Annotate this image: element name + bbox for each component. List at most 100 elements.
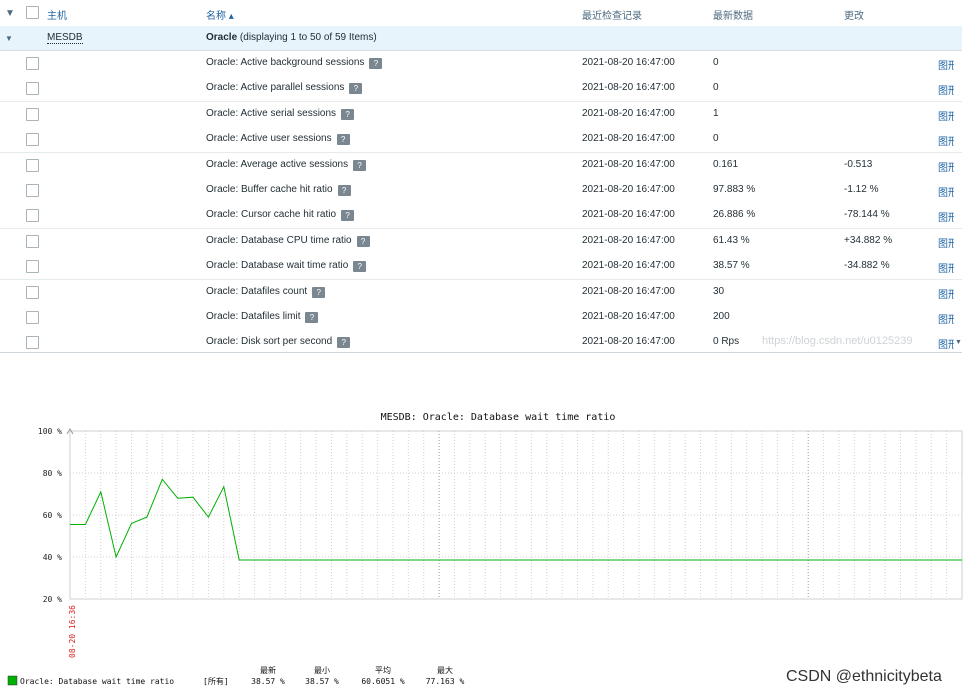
row-checkbox[interactable] [26,285,39,299]
graph-link[interactable]: 图形 [938,82,954,97]
csdn-watermark: CSDN @ethnicitybeta [786,668,942,685]
graph-link[interactable]: 图形 [938,108,954,123]
question-icon[interactable]: ? [337,185,351,196]
last-check-time: 2021-08-20 16:47:00 [582,57,675,68]
last-check-time: 2021-08-20 16:47:00 [582,336,675,348]
graph-link[interactable]: 图形 [938,159,954,174]
y-tick-label: 40 % [43,553,62,562]
item-name-text: Oracle: Database CPU time ratio [206,234,352,246]
legend-col-last: 最新 [260,665,276,675]
item-name-text: Oracle: Active parallel sessions [206,82,345,94]
graph-link[interactable]: 图形 [938,57,954,72]
last-check-time: 2021-08-20 16:47:00 [582,285,675,297]
item-name-text: Oracle: Active user sessions [206,133,332,145]
group-title: Oracle (displaying 1 to 50 of 59 Items) [206,32,377,43]
graph-link[interactable]: 图形 [938,286,954,301]
change-value: +34.882 % [844,234,893,246]
graph-link[interactable]: 图形 [938,336,954,351]
row-checkbox[interactable] [26,311,39,324]
latest-data-column-header: 最新数据 [713,11,753,22]
row-checkbox[interactable] [26,209,39,223]
graph-link[interactable]: 图形 [938,311,954,326]
item-name-text: Oracle: Datafiles count [206,285,308,297]
question-icon[interactable]: ? [305,312,319,323]
graph-link[interactable]: 图形 [938,209,954,224]
latest-value: 26.886 % [713,209,756,221]
table-row: Oracle: Active user sessions? 2021-08-20 … [0,127,962,154]
legend-avg-value: 60.6051 % [361,677,405,686]
item-name: Oracle: Datafiles count? [206,285,326,298]
chart-title: MESDB: Oracle: Database wait time ratio [381,412,616,423]
question-icon[interactable]: ? [337,337,351,349]
legend-max-value: 77.163 % [426,677,465,686]
row-checkbox[interactable] [26,260,39,274]
item-name: Oracle: Database wait time ratio? [206,260,367,273]
name-column-header[interactable]: 名称 ▴ [206,7,234,22]
last-check-time: 2021-08-20 16:47:00 [582,158,675,170]
group-count: (displaying 1 to 50 of 59 Items) [239,32,377,43]
graph-link[interactable]: 图形 [938,260,954,275]
latest-value: 61.43 % [713,234,750,246]
row-checkbox[interactable] [26,158,39,172]
row-checkbox[interactable] [26,107,39,121]
last-check-time: 2021-08-20 16:47:00 [582,82,675,94]
item-name: Oracle: Buffer cache hit ratio? [206,184,351,196]
group-host[interactable]: MESDB [47,32,83,44]
row-checkbox[interactable] [26,57,39,70]
question-icon[interactable]: ? [341,108,355,120]
item-name: Oracle: Disk sort per second? [206,336,351,349]
legend-swatch [7,675,18,686]
table-row: Oracle: Datafiles limit? 2021-08-20 16:47… [0,305,962,331]
latest-value: 0 [713,133,719,145]
question-icon[interactable]: ? [336,134,350,146]
last-check-time: 2021-08-20 16:47:00 [582,260,675,272]
question-icon[interactable]: ? [356,235,370,247]
collapse-all-icon[interactable]: ▼ [5,8,15,19]
select-all-checkbox[interactable] [26,6,39,19]
row-checkbox[interactable] [26,82,39,96]
host-column-header[interactable]: 主机 [47,7,67,22]
graph-link[interactable]: 图形 [938,235,954,250]
y-tick-label: 80 % [43,469,62,478]
item-name: Oracle: Cursor cache hit ratio? [206,209,355,222]
row-checkbox[interactable] [26,133,39,147]
row-checkbox[interactable] [26,234,39,248]
item-name: Oracle: Average active sessions? [206,158,367,171]
row-checkbox[interactable] [26,184,39,197]
change-value: -78.144 % [844,209,890,221]
question-icon[interactable]: ? [369,58,383,69]
question-icon[interactable]: ? [312,286,326,298]
graph-link[interactable]: 图形 [938,133,954,148]
graph-panel: MESDB: Oracle: Database wait time ratio 1… [0,400,977,699]
y-tick-label: 100 % [38,427,62,436]
item-name: Oracle: Datafiles limit? [206,311,319,323]
legend-function: [所有] [203,676,229,686]
row-checkbox[interactable] [26,336,39,350]
latest-value: 0 [713,82,719,94]
question-icon[interactable]: ? [353,261,367,273]
latest-value: 38.57 % [713,260,750,272]
item-name-text: Oracle: Cursor cache hit ratio [206,209,337,221]
last-check-time: 2021-08-20 16:47:00 [582,133,675,145]
graph-link[interactable]: 图形 [938,184,954,199]
collapse-group-icon[interactable]: ▼ [5,34,13,43]
question-icon[interactable]: ? [353,159,367,171]
question-icon[interactable]: ? [349,83,363,95]
question-icon[interactable]: ? [341,210,355,222]
scroll-down-icon[interactable]: ▼ [955,339,962,346]
table-row: Oracle: Active background sessions? 2021-… [0,51,962,77]
x-tick-label: 08-20 16:36 [68,605,77,658]
item-name-text: Oracle: Active background sessions [206,57,365,68]
item-name-text: Oracle: Average active sessions [206,158,349,170]
item-name-text: Oracle: Datafiles limit [206,311,301,322]
legend-series-name: Oracle: Database wait time ratio [20,677,174,686]
item-name-text: Oracle: Disk sort per second [206,336,333,348]
latest-value: 97.883 % [713,184,756,195]
table-row: Oracle: Average active sessions? 2021-08-… [0,152,962,179]
last-check-time: 2021-08-20 16:47:00 [582,184,675,195]
latest-value: 1 [713,107,719,119]
latest-value: 200 [713,311,730,322]
table-row: Oracle: Active parallel sessions? 2021-08… [0,76,962,103]
line-chart: MESDB: Oracle: Database wait time ratio 1… [7,412,963,686]
group-row: ▼ MESDB Oracle (displaying 1 to 50 of 59… [0,26,962,51]
